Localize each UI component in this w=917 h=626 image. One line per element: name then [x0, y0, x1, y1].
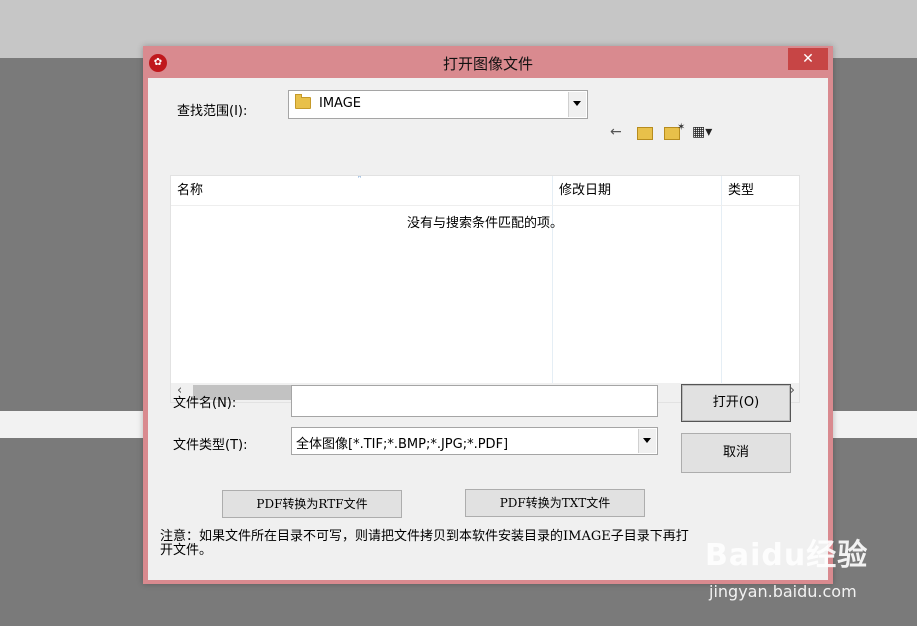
open-image-dialog: ✿ 打开图像文件 ✕ 查找范围(I): IMAGE ← ✶ ▦▾ 名称 ˄ 修改… [143, 46, 833, 584]
header-divider [171, 205, 799, 206]
pdf-to-rtf-button[interactable]: PDF转换为RTF文件 [222, 490, 402, 518]
title-bar[interactable]: ✿ 打开图像文件 ✕ [143, 46, 833, 78]
watermark-url: jingyan.baidu.com [709, 582, 857, 601]
note-text: 注意：如果文件所在目录不可写，则请把文件拷贝到本软件安装目录的IMAGE子目录下… [160, 529, 689, 558]
filename-label: 文件名(N): [173, 396, 237, 411]
lookin-value: IMAGE [319, 96, 362, 111]
view-menu-icon[interactable]: ▦▾ [692, 122, 712, 142]
folder-icon [295, 94, 311, 109]
column-divider[interactable] [721, 176, 722, 386]
pdf-to-txt-button[interactable]: PDF转换为TXT文件 [465, 489, 645, 517]
filetype-label: 文件类型(T): [173, 438, 248, 453]
lookin-combo[interactable]: IMAGE [288, 90, 588, 119]
sort-ascending-icon: ˄ [357, 175, 362, 186]
dialog-title: 打开图像文件 [442, 55, 533, 73]
column-divider[interactable] [552, 176, 553, 386]
up-folder-icon[interactable] [637, 127, 653, 140]
column-header-modified[interactable]: 修改日期 [553, 176, 721, 205]
lookin-label: 查找范围(I): [177, 104, 248, 119]
back-arrow-icon[interactable]: ← [610, 122, 622, 142]
chevron-down-icon[interactable] [568, 92, 586, 117]
chevron-down-icon[interactable] [638, 429, 656, 453]
empty-list-message: 没有与搜索条件匹配的项。 [406, 216, 563, 231]
dialog-body: 查找范围(I): IMAGE ← ✶ ▦▾ 名称 ˄ 修改日期 类型 没有与搜索… [148, 78, 828, 580]
baidu-logo: Baidu经验 [705, 538, 869, 573]
filetype-value: 全体图像[*.TIF;*.BMP;*.JPG;*.PDF] [296, 437, 509, 452]
filetype-combo[interactable]: 全体图像[*.TIF;*.BMP;*.JPG;*.PDF] [291, 427, 658, 455]
file-list[interactable]: 名称 ˄ 修改日期 类型 没有与搜索条件匹配的项。 ‹ › [170, 175, 800, 403]
close-button[interactable]: ✕ [788, 48, 828, 70]
filename-input[interactable] [291, 385, 658, 417]
open-button[interactable]: 打开(O) [681, 384, 791, 422]
new-folder-sparkle-icon: ✶ [677, 122, 686, 133]
cancel-button[interactable]: 取消 [681, 433, 791, 473]
column-header-type[interactable]: 类型 [722, 176, 799, 205]
